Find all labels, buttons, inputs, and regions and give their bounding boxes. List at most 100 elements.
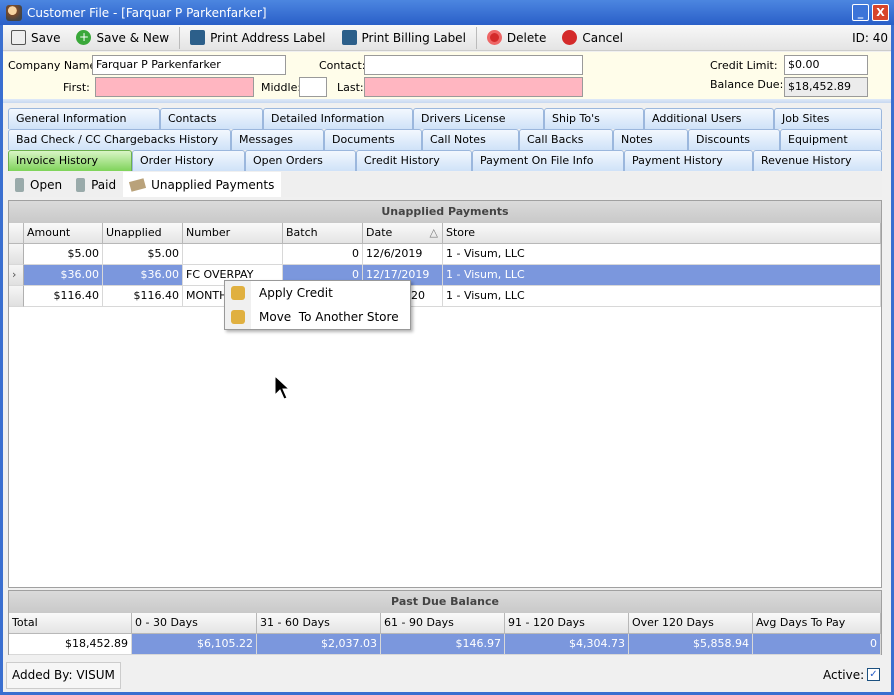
cell-unapplied: $5.00	[103, 244, 183, 265]
tab-drivers-license[interactable]: Drivers License	[413, 108, 544, 129]
tab-invoice-history[interactable]: Invoice History	[8, 150, 132, 171]
document-icon	[76, 177, 86, 192]
active-checkbox[interactable]: ✓	[867, 668, 880, 681]
cancel-label: Cancel	[582, 30, 623, 45]
move-store-label: Move To Another Store	[259, 310, 399, 324]
menu-item-apply-credit[interactable]: Apply Credit	[225, 281, 410, 305]
tab-ship-tos[interactable]: Ship To's	[544, 108, 644, 129]
row-indicator[interactable]	[9, 244, 24, 265]
company-name-label: Company Name:	[8, 59, 100, 72]
record-id: ID: 40	[852, 30, 888, 45]
table-row[interactable]: $116.40 $116.40 MONTH 20 1 - Visum, LLC	[9, 286, 881, 307]
tab-equipment[interactable]: Equipment	[780, 129, 882, 150]
invoice-subtabs: Open Paid Unapplied Payments	[8, 172, 882, 197]
menu-item-move-to-another-store[interactable]: Move To Another Store	[225, 305, 410, 329]
tab-contacts[interactable]: Contacts	[160, 108, 263, 129]
row-indicator[interactable]	[9, 286, 24, 307]
user-money-icon	[231, 310, 245, 324]
column-header-31-60: 31 - 60 Days	[257, 613, 381, 634]
mouse-cursor-icon	[274, 375, 290, 400]
value-over-120: $5,858.94	[629, 634, 753, 655]
column-header-store[interactable]: Store	[443, 223, 881, 244]
tab-payment-history[interactable]: Payment History	[624, 150, 753, 171]
separator	[179, 26, 181, 49]
tab-row-2: Bad Check / CC Chargebacks History Messa…	[8, 129, 882, 150]
value-31-60: $2,037.03	[257, 634, 381, 655]
cancel-button[interactable]: Cancel	[554, 26, 631, 50]
tab-call-backs[interactable]: Call Backs	[519, 129, 613, 150]
context-menu: Apply Credit Move To Another Store	[224, 280, 411, 330]
tab-credit-history[interactable]: Credit History	[356, 150, 472, 171]
credit-limit-input[interactable]: $0.00	[784, 55, 868, 75]
tab-row-3: Invoice History Order History Open Order…	[8, 150, 882, 171]
floppy-icon	[11, 30, 26, 45]
total-value: $18,452.89	[9, 634, 132, 655]
subtab-open[interactable]: Open	[8, 172, 69, 197]
last-label: Last:	[337, 81, 364, 94]
column-header-date[interactable]: Date △	[363, 223, 443, 244]
cell-amount: $5.00	[24, 244, 103, 265]
company-name-input[interactable]: Farquar P Parkenfarker	[92, 55, 286, 75]
tab-general-information[interactable]: General Information	[8, 108, 160, 129]
subtab-unapplied-payments[interactable]: Unapplied Payments	[123, 172, 282, 197]
date-header-label: Date	[366, 226, 393, 239]
tab-documents[interactable]: Documents	[324, 129, 422, 150]
first-name-input[interactable]	[95, 77, 254, 97]
tab-job-sites[interactable]: Job Sites	[774, 108, 882, 129]
column-header-over-120: Over 120 Days	[629, 613, 753, 634]
save-label: Save	[31, 30, 61, 45]
print-address-label-button[interactable]: Print Address Label	[182, 26, 333, 50]
table-row-selected[interactable]: › $36.00 $36.00 FC OVERPAY 0 12/17/2019 …	[9, 265, 881, 286]
column-header-amount[interactable]: Amount	[24, 223, 103, 244]
past-due-caption: Past Due Balance	[9, 591, 881, 613]
save-new-button[interactable]: + Save & New	[68, 26, 177, 50]
middle-name-input[interactable]	[299, 77, 327, 97]
tab-messages[interactable]: Messages	[231, 129, 324, 150]
customer-icon	[6, 4, 22, 21]
tab-call-notes[interactable]: Call Notes	[422, 129, 519, 150]
save-button[interactable]: Save	[3, 26, 68, 50]
cell-number	[183, 244, 283, 265]
minimize-button[interactable]: _	[852, 4, 869, 21]
column-header-batch[interactable]: Batch	[283, 223, 363, 244]
cell-date: 12/6/2019	[363, 244, 443, 265]
unapplied-payments-grid: Unapplied Payments Amount Unapplied Numb…	[8, 200, 882, 588]
sort-ascending-icon: △	[429, 226, 438, 239]
cell-unapplied: $36.00	[103, 265, 183, 286]
tab-discounts[interactable]: Discounts	[688, 129, 780, 150]
user-money-icon	[231, 286, 245, 300]
cell-store: 1 - Visum, LLC	[443, 244, 881, 265]
value-91-120: $4,304.73	[505, 634, 629, 655]
tab-revenue-history[interactable]: Revenue History	[753, 150, 882, 171]
tab-bad-check-history[interactable]: Bad Check / CC Chargebacks History	[8, 129, 231, 150]
contact-label: Contact:	[319, 59, 366, 72]
subtab-paid-label: Paid	[91, 177, 117, 192]
subtab-paid[interactable]: Paid	[69, 172, 123, 197]
value-0-30: $6,105.22	[132, 634, 257, 655]
value-avg-days: 0	[753, 634, 881, 655]
table-row[interactable]: $5.00 $5.00 0 12/6/2019 1 - Visum, LLC	[9, 244, 881, 265]
active-label: Active:	[823, 668, 865, 682]
printer-icon	[341, 30, 357, 45]
cell-store: 1 - Visum, LLC	[443, 265, 881, 286]
value-61-90: $146.97	[381, 634, 505, 655]
tab-order-history[interactable]: Order History	[132, 150, 245, 171]
contact-input[interactable]	[364, 55, 583, 75]
tab-notes[interactable]: Notes	[613, 129, 688, 150]
window-title: Customer File - [Farquar P Parkenfarker]	[27, 5, 267, 20]
row-indicator-current[interactable]: ›	[9, 265, 24, 286]
balance-due-label: Balance Due:	[710, 78, 784, 91]
column-header-unapplied[interactable]: Unapplied	[103, 223, 183, 244]
column-header-91-120: 91 - 120 Days	[505, 613, 629, 634]
column-header-number[interactable]: Number	[183, 223, 283, 244]
tab-detailed-information[interactable]: Detailed Information	[263, 108, 413, 129]
tab-open-orders[interactable]: Open Orders	[245, 150, 356, 171]
last-name-input[interactable]	[364, 77, 583, 97]
splitter[interactable]	[3, 99, 891, 103]
delete-label: Delete	[506, 30, 547, 45]
delete-button[interactable]: Delete	[479, 26, 554, 50]
print-billing-label-button[interactable]: Print Billing Label	[334, 26, 474, 50]
tab-additional-users[interactable]: Additional Users	[644, 108, 774, 129]
tab-payment-on-file-info[interactable]: Payment On File Info	[472, 150, 624, 171]
close-button[interactable]: X	[872, 4, 889, 21]
